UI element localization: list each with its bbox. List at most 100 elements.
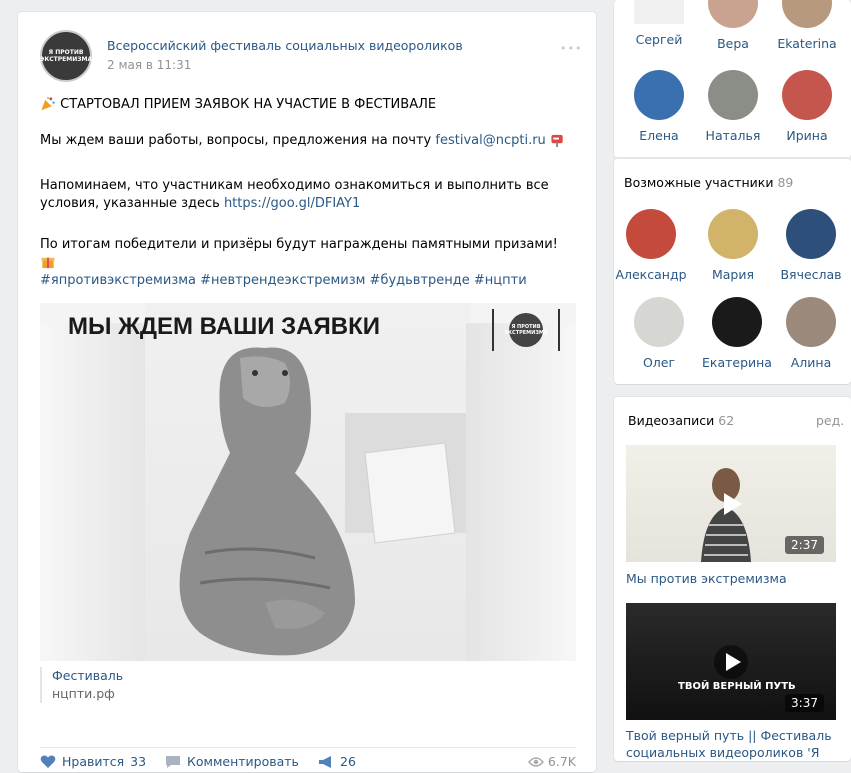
member-name: Алина bbox=[790, 355, 832, 370]
attached-link[interactable]: Фестиваль нцпти.рф bbox=[40, 667, 123, 703]
avatar-text-1: Я ПРОТИВ bbox=[48, 49, 84, 56]
image-side-right bbox=[466, 323, 576, 661]
video-overlay-text: ТВОЙ ВЕРНЫЙ ПУТЬ bbox=[678, 681, 796, 692]
like-button[interactable]: Нравится 33 bbox=[40, 754, 146, 769]
member-photo bbox=[708, 0, 758, 28]
post-headline: СТАРТОВАЛ ПРИЕМ ЗАЯВОК НА УЧАСТИЕ В ФЕСТ… bbox=[60, 97, 437, 112]
post-text-email: Мы ждем ваши работы, вопросы, предложени… bbox=[40, 133, 436, 148]
share-button[interactable]: 26 bbox=[318, 754, 356, 769]
views-counter: 6.7K bbox=[527, 754, 576, 769]
play-icon bbox=[714, 645, 748, 679]
member-1[interactable]: Сергей bbox=[622, 0, 696, 47]
videos-count: 62 bbox=[718, 413, 735, 428]
member-photo bbox=[634, 70, 684, 120]
member-6[interactable]: Ирина bbox=[770, 70, 844, 143]
heart-icon bbox=[40, 755, 56, 768]
post-line-3: Напоминаем, что участникам необходимо оз… bbox=[40, 177, 570, 213]
views-count: 6.7K bbox=[547, 754, 576, 769]
member-2[interactable]: Вера bbox=[696, 0, 770, 51]
like-count: 33 bbox=[130, 754, 147, 769]
member-name: Мария bbox=[711, 267, 755, 282]
possible-title-text: Возможные участники bbox=[624, 175, 774, 190]
post-actions: Нравится 33 Комментировать 26 6.7K bbox=[40, 747, 576, 773]
image-center bbox=[145, 303, 470, 661]
member-photo bbox=[626, 209, 676, 259]
play-icon bbox=[724, 493, 742, 515]
more-options-icon[interactable]: ••• bbox=[560, 42, 582, 55]
comment-label: Комментировать bbox=[187, 754, 299, 769]
post-hashtags: #япротивэкстремизма #невтрендеэкстремизм… bbox=[40, 272, 570, 290]
members-panel: Сергей Вера Ekaterina Елена Наталья Ирин… bbox=[614, 0, 851, 158]
comment-button[interactable]: Комментировать bbox=[165, 754, 299, 769]
email-link[interactable]: festival@ncpti.ru bbox=[435, 133, 545, 148]
member-name: Ekaterina bbox=[777, 36, 837, 51]
videos-panel: Видеозаписи 62 ред. 2:37 Мы против экстр… bbox=[614, 397, 851, 761]
video-thumb-1[interactable]: 2:37 bbox=[626, 445, 836, 562]
member-4[interactable]: Елена bbox=[622, 70, 696, 143]
post-line-4: По итогам победители и призёры будут наг… bbox=[40, 236, 570, 272]
member-photo bbox=[786, 209, 836, 259]
videos-edit-link[interactable]: ред. bbox=[816, 413, 844, 428]
link-url: нцпти.рф bbox=[52, 686, 115, 701]
possible-member-4[interactable]: Олег bbox=[622, 297, 696, 370]
eye-icon bbox=[527, 756, 544, 767]
post-date[interactable]: 2 мая в 11:31 bbox=[107, 58, 191, 72]
member-name: Ирина bbox=[786, 128, 828, 143]
community-avatar[interactable]: Я ПРОТИВ ЭКСТРЕМИЗМА bbox=[40, 30, 92, 82]
party-popper-icon bbox=[41, 96, 55, 111]
wall-post: Я ПРОТИВ ЭКСТРЕМИЗМА Всероссийский фести… bbox=[18, 12, 596, 772]
image-headline: МЫ ЖДЕМ ВАШИ ЗАЯВКИ bbox=[68, 313, 380, 340]
videos-title[interactable]: Видеозаписи 62 bbox=[628, 413, 734, 428]
member-name: Вячеслав bbox=[780, 267, 842, 282]
video-duration: 2:37 bbox=[785, 536, 824, 554]
image-logo: Я ПРОТИВ ЭКСТРЕМИЗМА bbox=[492, 309, 560, 351]
member-name: Олег bbox=[642, 355, 676, 370]
post-image[interactable]: МЫ ЖДЕМ ВАШИ ЗАЯВКИ Я ПРОТИВ ЭКСТРЕМИЗМА bbox=[40, 303, 576, 661]
post-line-1: СТАРТОВАЛ ПРИЕМ ЗАЯВОК НА УЧАСТИЕ В ФЕСТ… bbox=[40, 96, 570, 114]
member-photo bbox=[634, 0, 684, 24]
member-photo bbox=[782, 70, 832, 120]
member-name: Наталья bbox=[705, 128, 761, 143]
logo-circle: Я ПРОТИВ ЭКСТРЕМИЗМА bbox=[504, 313, 548, 347]
member-5[interactable]: Наталья bbox=[696, 70, 770, 143]
possible-members-title[interactable]: Возможные участники 89 bbox=[624, 175, 793, 190]
creature-illustration bbox=[179, 347, 470, 656]
member-name: Сергей bbox=[635, 32, 683, 47]
possible-member-3[interactable]: Вячеслав bbox=[774, 209, 848, 282]
post-text-prizes: По итогам победители и призёры будут наг… bbox=[40, 237, 558, 252]
possible-member-2[interactable]: Мария bbox=[696, 209, 770, 282]
member-photo bbox=[708, 70, 758, 120]
member-photo bbox=[634, 297, 684, 347]
member-name: Екатерина bbox=[702, 355, 772, 370]
post-author[interactable]: Всероссийский фестиваль социальных видео… bbox=[107, 38, 463, 53]
video-thumb-2[interactable]: ТВОЙ ВЕРНЫЙ ПУТЬ 3:37 bbox=[626, 603, 836, 720]
mailbox-icon bbox=[551, 134, 563, 147]
member-photo bbox=[708, 209, 758, 259]
member-name: Александр bbox=[615, 267, 687, 282]
hashtags-link[interactable]: #япротивэкстремизма #невтрендеэкстремизм… bbox=[40, 273, 527, 288]
member-3[interactable]: Ekaterina bbox=[770, 0, 844, 51]
videos-title-text: Видеозаписи bbox=[628, 413, 715, 428]
conditions-link[interactable]: https://goo.gl/DFIAY1 bbox=[224, 196, 360, 211]
member-photo bbox=[786, 297, 836, 347]
link-title[interactable]: Фестиваль bbox=[52, 667, 123, 685]
possible-members-panel: Возможные участники 89 Александр Мария В… bbox=[614, 158, 851, 384]
image-side-left bbox=[40, 323, 150, 661]
like-label: Нравится bbox=[62, 754, 125, 769]
member-photo bbox=[782, 0, 832, 28]
possible-member-5[interactable]: Екатерина bbox=[700, 297, 774, 370]
gift-icon bbox=[41, 257, 55, 269]
member-photo bbox=[712, 297, 762, 347]
video-title-2[interactable]: Твой верный путь || Фестиваль социальных… bbox=[626, 727, 841, 761]
possible-member-6[interactable]: Алина bbox=[774, 297, 848, 370]
possible-count: 89 bbox=[777, 175, 794, 190]
post-line-2: Мы ждем ваши работы, вопросы, предложени… bbox=[40, 132, 570, 150]
member-name: Елена bbox=[639, 128, 679, 143]
avatar-text-2: ЭКСТРЕМИЗМА bbox=[39, 56, 93, 63]
possible-member-1[interactable]: Александр bbox=[614, 209, 688, 282]
member-name: Вера bbox=[717, 36, 749, 51]
comment-icon bbox=[166, 755, 180, 768]
share-count: 26 bbox=[340, 754, 356, 769]
megaphone-icon bbox=[319, 755, 331, 768]
video-title-1[interactable]: Мы против экстремизма bbox=[626, 570, 841, 587]
